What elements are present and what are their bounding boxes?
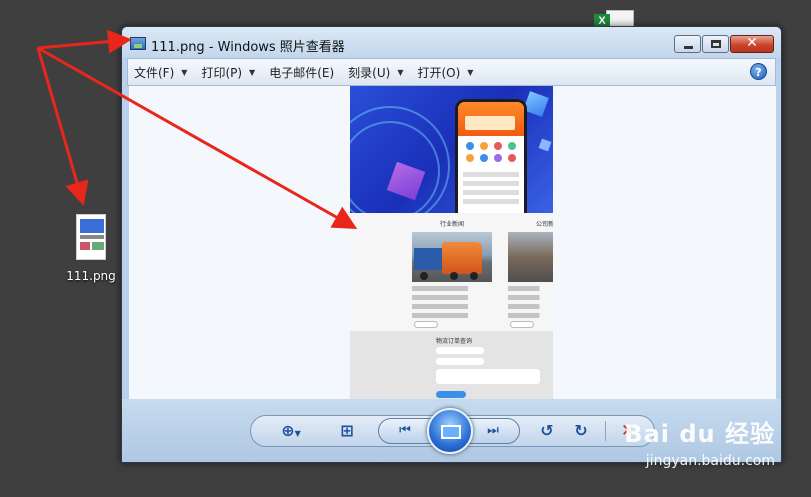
file-thumbnail-icon [76, 214, 106, 260]
slideshow-button[interactable] [427, 408, 473, 454]
menu-print-label: 打印(P) [201, 65, 243, 80]
minimize-icon [684, 46, 693, 49]
rotate-left-icon: ↺ [540, 421, 554, 440]
next-icon: ⏭ [487, 423, 499, 438]
slideshow-icon [441, 425, 461, 439]
watermark-logo: Bai du 经验 [624, 420, 775, 448]
rotate-right-icon: ↻ [574, 421, 588, 440]
image-viewport[interactable]: 行业新闻 公司新闻 物流订单查询 [129, 86, 776, 399]
displayed-image: 行业新闻 公司新闻 物流订单查询 [350, 86, 553, 399]
desktop-file-label: 111.png [66, 269, 116, 283]
warehouse-photo [508, 232, 553, 282]
menu-bar: 文件(F) ▼ 打印(P) ▼ 电子邮件(E) 刻录(U) ▼ 打开(O) ▼ … [127, 58, 776, 86]
previous-button[interactable]: ⏮ [385, 419, 425, 443]
truck-photo [412, 232, 492, 282]
menu-file-label: 文件(F) [134, 65, 175, 80]
zoom-button[interactable]: ⊕▼ [278, 419, 304, 443]
menu-burn[interactable]: 刻录(U) ▼ [348, 64, 403, 81]
company-news-title: 公司新闻 [536, 221, 553, 228]
menu-file[interactable]: 文件(F) ▼ [134, 64, 187, 81]
menu-open-label: 打开(O) [417, 65, 461, 80]
photo-viewer-window: 111.png - Windows 照片查看器 ✕ 文件(F) ▼ 打印(P) … [121, 26, 782, 463]
chevron-down-icon: ▼ [397, 67, 404, 77]
menu-print[interactable]: 打印(P) ▼ [201, 64, 255, 81]
actual-size-icon: ⊞ [340, 421, 354, 440]
minimize-button[interactable] [674, 35, 701, 53]
arrow-to-desktop-file [36, 47, 89, 206]
phone-mockup [455, 99, 527, 213]
watermark-url: jingyan.baidu.com [645, 453, 775, 469]
help-icon[interactable]: ? [750, 63, 767, 80]
menu-open[interactable]: 打开(O) ▼ [417, 64, 473, 81]
previous-icon: ⏮ [399, 423, 411, 438]
chevron-down-icon: ▼ [294, 429, 301, 438]
image-banner [350, 86, 553, 213]
title-bar[interactable]: 111.png - Windows 照片查看器 ✕ [122, 27, 781, 58]
chevron-down-icon: ▼ [249, 67, 256, 77]
close-button[interactable]: ✕ [730, 35, 774, 53]
toolbar-separator [605, 421, 606, 441]
rotate-left-button[interactable]: ↺ [534, 419, 560, 443]
actual-size-button[interactable]: ⊞ [334, 419, 360, 443]
image-form-section: 物流订单查询 [350, 331, 553, 399]
next-button[interactable]: ⏭ [473, 419, 513, 443]
window-controls: ✕ [673, 35, 774, 53]
window-title: 111.png - Windows 照片查看器 [151, 40, 345, 55]
menu-email[interactable]: 电子邮件(E) [269, 64, 334, 81]
rotate-right-button[interactable]: ↻ [568, 419, 594, 443]
image-news-section: 行业新闻 公司新闻 [350, 213, 553, 331]
maximize-icon [711, 40, 721, 48]
photo-viewer-app-icon [130, 37, 146, 50]
menu-burn-label: 刻录(U) [348, 65, 391, 80]
chevron-down-icon: ▼ [181, 67, 188, 77]
desktop-file-111png[interactable]: 111.png [62, 214, 120, 283]
chevron-down-icon: ▼ [467, 67, 474, 77]
menu-email-label: 电子邮件(E) [269, 65, 335, 80]
arrow-to-title [37, 29, 132, 54]
close-icon: ✕ [746, 35, 758, 51]
zoom-icon: ⊕ [281, 421, 295, 440]
maximize-button[interactable] [702, 35, 729, 53]
news-title: 行业新闻 [440, 221, 465, 228]
baidu-watermark: Bai du 经验 jingyan.baidu.com [624, 414, 775, 469]
form-title: 物流订单查询 [436, 338, 473, 345]
